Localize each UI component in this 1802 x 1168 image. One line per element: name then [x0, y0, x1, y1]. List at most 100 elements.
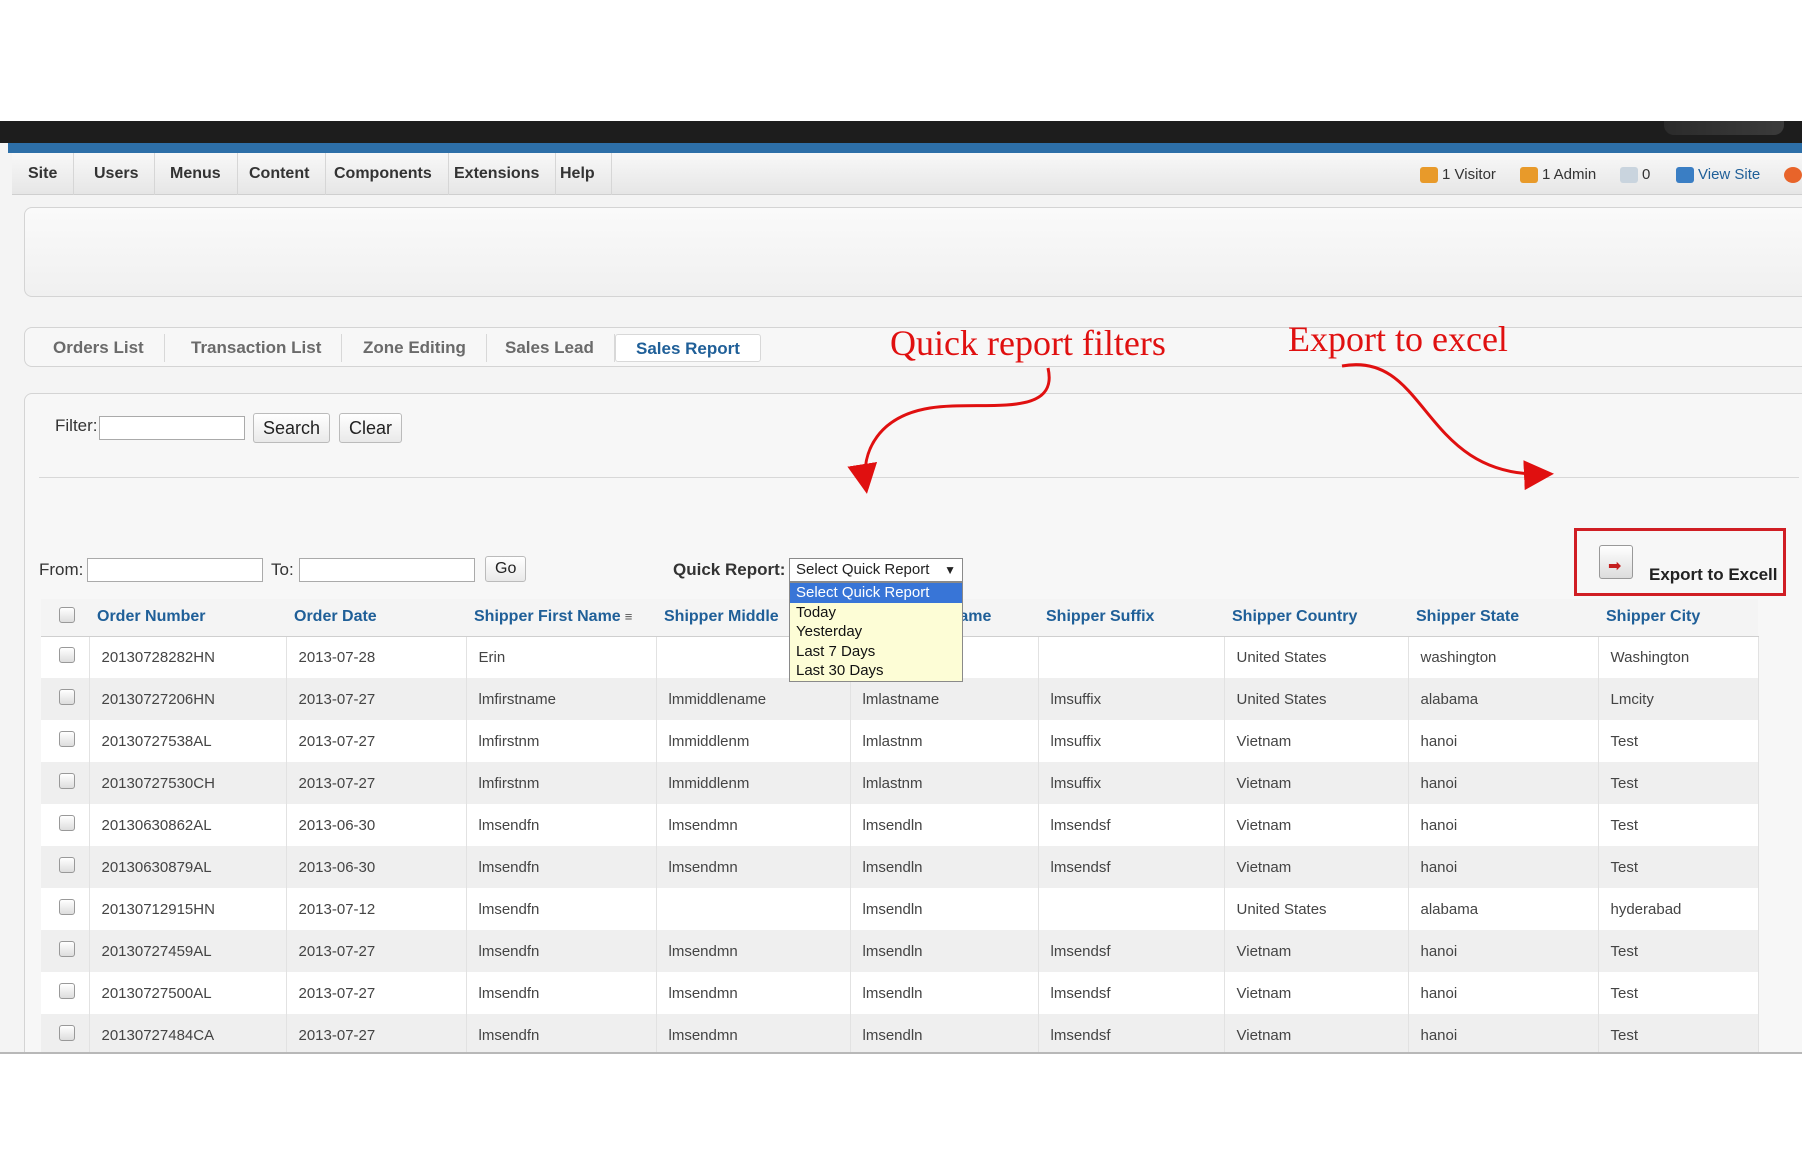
table-cell	[1038, 636, 1225, 678]
header-shipper-country[interactable]: Shipper Country	[1224, 599, 1408, 637]
table-cell: lmmiddlenm	[656, 762, 851, 804]
row-checkbox[interactable]	[59, 983, 75, 999]
to-date-input[interactable]	[299, 558, 475, 582]
select-all-checkbox[interactable]	[59, 606, 75, 623]
row-checkbox[interactable]	[59, 1025, 75, 1041]
menu-site[interactable]: Site	[12, 153, 75, 195]
table-cell: 20130727538AL	[89, 720, 287, 762]
row-checkbox[interactable]	[59, 857, 75, 873]
table-cell: Vietnam	[1224, 972, 1409, 1014]
table-cell: hanoi	[1408, 720, 1599, 762]
logout-icon	[1784, 167, 1802, 183]
menu-help[interactable]: Help	[544, 153, 612, 195]
header-shipper-suffix[interactable]: Shipper Suffix	[1038, 599, 1224, 637]
quick-report-select[interactable]: Select Quick Report ▼	[789, 558, 963, 582]
quick-report-option[interactable]: Select Quick Report	[790, 583, 962, 603]
export-icon: ➡	[1599, 545, 1633, 579]
user-icon	[1420, 167, 1438, 183]
row-checkbox[interactable]	[59, 899, 75, 915]
quick-report-option[interactable]: Last 30 Days	[790, 661, 962, 681]
table-row[interactable]: 20130630879AL 2013-06-30 lmsendfn lmsendmn l…	[41, 846, 1759, 888]
quick-report-option[interactable]: Last 7 Days	[790, 642, 962, 662]
table-cell: Test	[1598, 930, 1759, 972]
table-cell: 20130727459AL	[89, 930, 287, 972]
header-order-date[interactable]: Order Date	[286, 599, 466, 637]
menu-components[interactable]: Components	[318, 153, 449, 195]
table-cell: 2013-07-27	[286, 972, 467, 1014]
table-row[interactable]: 20130727538AL 2013-07-27 lmfirstnm lmmiddle…	[41, 720, 1759, 762]
table-cell: 2013-07-27	[286, 762, 467, 804]
quick-report-option[interactable]: Yesterday	[790, 622, 962, 642]
top-bar	[0, 121, 1802, 143]
quick-report-option[interactable]: Today	[790, 603, 962, 623]
logo	[1664, 121, 1784, 135]
tab-sales-report[interactable]: Sales Report	[615, 334, 761, 362]
table-cell: lmsendfn	[466, 846, 657, 888]
clear-button[interactable]: Clear	[339, 413, 403, 443]
row-select-cell	[41, 972, 90, 1014]
table-cell: 2013-06-30	[286, 846, 467, 888]
table-row[interactable]: 20130727530CH 2013-07-27 lmfirstnm lmmiddle…	[41, 762, 1759, 804]
table-cell: washington	[1408, 636, 1599, 678]
row-select-cell	[41, 846, 90, 888]
row-select-cell	[41, 762, 90, 804]
table-row[interactable]: 20130630862AL 2013-06-30 lmsendfn lmsendmn l…	[41, 804, 1759, 846]
go-button[interactable]: Go	[485, 556, 527, 582]
row-checkbox[interactable]	[59, 647, 75, 664]
search-button[interactable]: Search	[253, 413, 331, 443]
menu-menus[interactable]: Menus	[154, 153, 238, 195]
visitors-count: 1 Visitor	[1442, 166, 1496, 183]
header-order-number[interactable]: Order Number	[89, 599, 286, 637]
row-select-cell	[41, 888, 90, 930]
messages-status[interactable]: 0	[1620, 165, 1650, 185]
table-cell: lmsendln	[850, 846, 1039, 888]
table-row[interactable]: 20130727484CA 2013-07-27 lmsendfn lmsendmn l…	[41, 1014, 1759, 1052]
table-cell: Test	[1598, 804, 1759, 846]
table-cell: lmsendmn	[656, 930, 851, 972]
row-checkbox[interactable]	[59, 773, 75, 789]
table-cell: Test	[1598, 762, 1759, 804]
admins-status[interactable]: 1 Admin	[1520, 165, 1596, 185]
row-checkbox[interactable]	[59, 689, 75, 705]
menu-extensions[interactable]: Extensions	[438, 153, 557, 195]
header-shipper-first-name[interactable]: Shipper First Name ≡	[466, 599, 656, 637]
row-checkbox[interactable]	[59, 941, 75, 957]
row-checkbox[interactable]	[59, 731, 75, 747]
table-cell: 20130727500AL	[89, 972, 287, 1014]
to-label: To:	[271, 560, 294, 579]
header-shipper-city[interactable]: Shipper City	[1598, 599, 1758, 637]
menu-content[interactable]: Content	[233, 153, 327, 195]
table-cell: 20130728282HN	[89, 636, 287, 678]
table-row[interactable]: 20130727500AL 2013-07-27 lmsendfn lmsendmn l…	[41, 972, 1759, 1014]
row-checkbox[interactable]	[59, 815, 75, 831]
table-cell: United States	[1224, 636, 1409, 678]
view-site-link[interactable]: View Site	[1676, 165, 1760, 185]
table-row[interactable]: 20130727459AL 2013-07-27 lmsendfn lmsendmn l…	[41, 930, 1759, 972]
table-cell: lmsendfn	[466, 972, 657, 1014]
tab-orders-list[interactable]: Orders List	[33, 334, 165, 362]
menu-users[interactable]: Users	[78, 153, 156, 195]
table-cell: lmfirstname	[466, 678, 657, 720]
table-cell: hyderabad	[1598, 888, 1759, 930]
from-date-input[interactable]	[87, 558, 263, 582]
export-excel-button[interactable]: ➡ Export to Excell	[1574, 528, 1786, 596]
tab-transaction-list[interactable]: Transaction List	[171, 334, 343, 362]
table-row[interactable]: 20130712915HN 2013-07-12 lmsendfn lmsendln U…	[41, 888, 1759, 930]
main-menu: Site Users Menus Content Components Exte…	[12, 153, 1802, 195]
visitors-status[interactable]: 1 Visitor	[1420, 165, 1496, 185]
table-cell: alabama	[1408, 888, 1599, 930]
table-cell: Erin	[466, 636, 657, 678]
from-label: From:	[39, 560, 84, 579]
header-shipper-state[interactable]: Shipper State	[1408, 599, 1598, 637]
message-icon	[1620, 167, 1638, 183]
tab-zone-editing[interactable]: Zone Editing	[343, 334, 487, 362]
table-row[interactable]: 20130727206HN 2013-07-27 lmfirstname lmmidd…	[41, 678, 1759, 720]
tab-sales-lead[interactable]: Sales Lead	[485, 334, 615, 362]
table-cell: lmsendfn	[466, 804, 657, 846]
row-select-cell	[41, 930, 90, 972]
table-cell: lmsendmn	[656, 972, 851, 1014]
table-cell: lmmiddlename	[656, 678, 851, 720]
logout-status[interactable]	[1784, 165, 1802, 185]
filter-input[interactable]	[99, 416, 245, 440]
table-cell: lmsendsf	[1038, 1014, 1225, 1052]
